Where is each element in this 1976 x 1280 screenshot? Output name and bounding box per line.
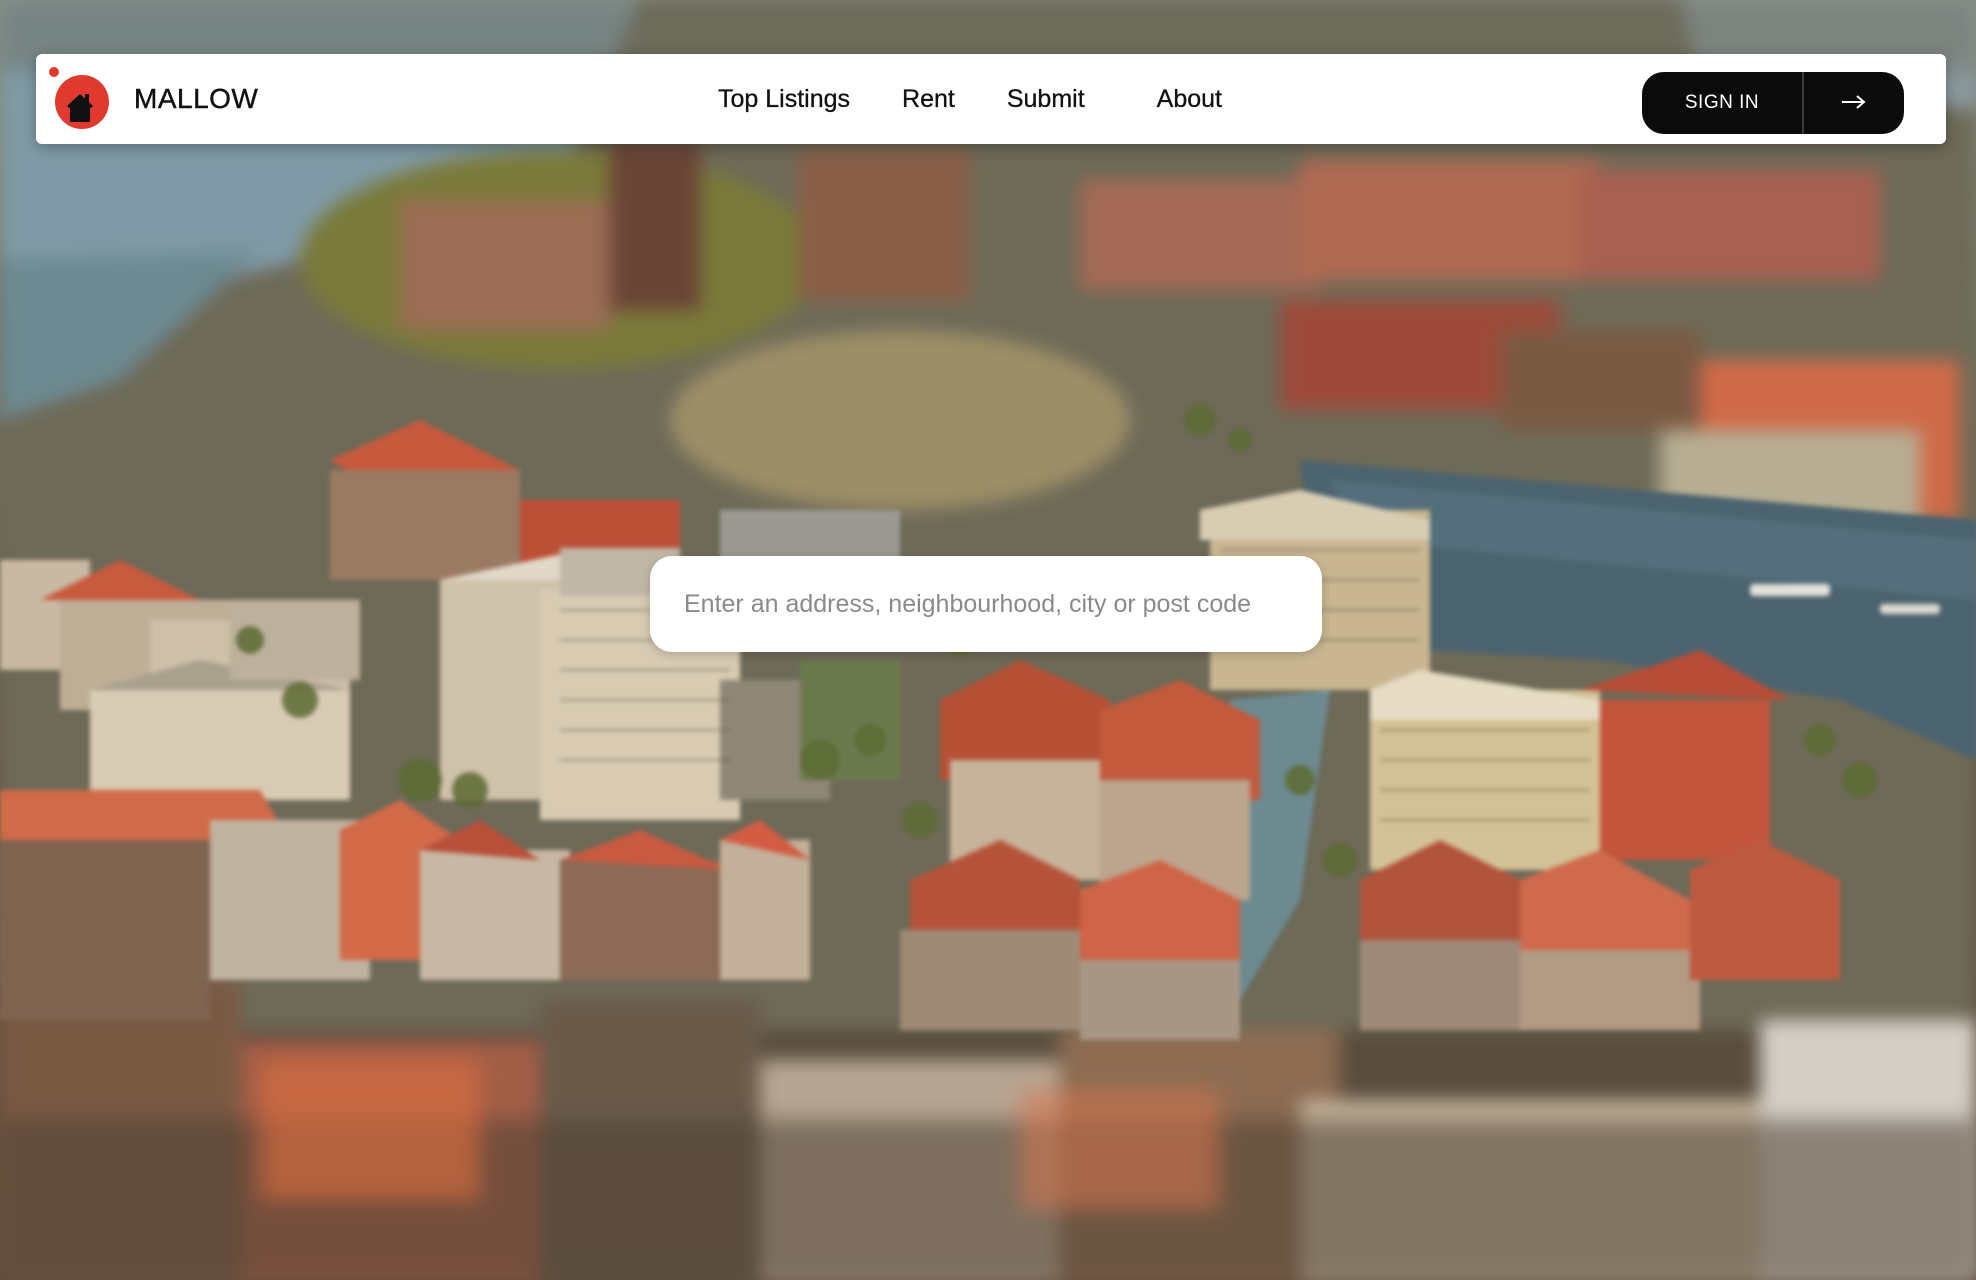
- search-input[interactable]: [682, 573, 1290, 635]
- brand[interactable]: MALLOW: [48, 66, 258, 132]
- nav-link-submit[interactable]: Submit: [1007, 84, 1085, 114]
- sign-in-group: SIGN IN: [1642, 72, 1904, 134]
- sign-in-arrow-button[interactable]: [1804, 72, 1904, 134]
- nav-link-top-listings[interactable]: Top Listings: [718, 84, 850, 114]
- nav-link-about[interactable]: About: [1157, 84, 1223, 114]
- arrow-right-icon: [1841, 94, 1867, 113]
- brand-name: MALLOW: [134, 83, 259, 114]
- house-in-red-circle-icon: [48, 66, 114, 132]
- top-navbar: MALLOW Top Listings Rent Submit About SI…: [36, 54, 1946, 144]
- sign-in-button[interactable]: SIGN IN: [1642, 72, 1802, 134]
- search-box: [650, 556, 1322, 652]
- main-nav: Top Listings Rent Submit About: [676, 54, 1222, 144]
- nav-link-rent[interactable]: Rent: [902, 84, 955, 114]
